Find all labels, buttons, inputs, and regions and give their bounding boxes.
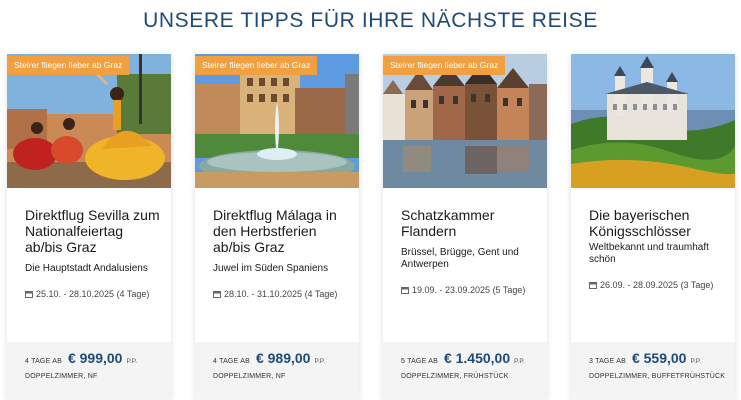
tour-date: 28.10. - 31.10.2025 (4 Tage) [213,289,349,299]
promo-badge: Steirer fliegen lieber ab Graz [195,56,318,75]
tour-card-malaga[interactable]: Steirer fliegen lieber ab Graz Direktflu… [195,54,359,400]
promo-badge: Steirer fliegen lieber ab Graz [7,56,130,75]
tour-image-malaga[interactable]: Steirer fliegen lieber ab Graz [195,54,359,188]
price-value: € 559,00 [631,350,687,366]
tour-date: 25.10. - 28.10.2025 (4 Tage) [25,289,161,299]
tour-title[interactable]: Die bayerischen Königsschlösser [589,207,725,239]
tour-subtitle: Weltbekannt und traumhaft schön [589,242,709,265]
price-footer: 4 TAGE AB € 999,00 P.P. DOPPELZIMMER, NF [7,342,171,400]
tour-image-flamenco[interactable]: Steirer fliegen lieber ab Graz [7,54,171,188]
tour-title[interactable]: Schatzkammer Flandern [401,207,537,239]
duration-label: 4 TAGE AB [25,358,62,365]
duration-label: 3 TAGE AB [589,358,626,365]
tour-image-neuschwanstein[interactable] [571,54,735,188]
per-person-label: P.P. [314,358,326,365]
price-footer: 4 TAGE AB € 989,00 P.P. DOPPELZIMMER, NF [195,342,359,400]
price-value: € 989,00 [255,350,311,366]
board-type: DOPPELZIMMER, BUFFETFRÜHSTÜCK [589,373,726,380]
page-title: UNSERE TIPPS FÜR IHRE NÄCHSTE REISE [143,9,598,32]
duration-label: 5 TAGE AB [401,358,438,365]
calendar-icon [589,282,597,289]
tour-subtitle: Juwel im Süden Spaniens [213,263,329,274]
price-footer: 3 TAGE AB € 559,00 P.P. DOPPELZIMMER, BU… [571,342,735,400]
board-type: DOPPELZIMMER, NF [25,373,98,380]
tour-title[interactable]: Direktflug Málaga in den Herbstferien ab… [213,207,349,255]
per-person-label: P.P. [126,358,138,365]
tour-date-text: 28.10. - 31.10.2025 (4 Tage) [224,289,338,299]
tour-title[interactable]: Direktflug Sevilla zum Nationalfeiertag … [25,207,161,255]
board-type: DOPPELZIMMER, FRÜHSTÜCK [401,373,509,380]
price-footer: 5 TAGE AB € 1.450,00 P.P. DOPPELZIMMER, … [383,342,547,400]
tour-image-flanders[interactable]: Steirer fliegen lieber ab Graz [383,54,547,188]
per-person-label: P.P. [514,358,525,365]
calendar-icon [401,287,409,294]
price-value: € 1.450,00 [443,350,511,366]
tour-subtitle: Brüssel, Brügge, Gent und Antwerpen [401,247,519,270]
tour-date: 19.09. - 23.09.2025 (5 Tage) [401,285,537,295]
duration-label: 4 TAGE AB [213,358,250,365]
tour-date-text: 25.10. - 28.10.2025 (4 Tage) [36,289,150,299]
tour-card-sevilla[interactable]: Steirer fliegen lieber ab Graz Direktflu… [7,54,171,400]
board-type: DOPPELZIMMER, NF [213,373,286,380]
per-person-label: P.P. [690,358,702,365]
tour-card-koenigsschloesser[interactable]: Die bayerischen Königsschlösser Weltbeka… [571,54,735,400]
tour-subtitle: Die Hauptstadt Andalusiens [25,263,148,274]
tour-card-flandern[interactable]: Steirer fliegen lieber ab Graz Schatzkam… [383,54,547,400]
calendar-icon [213,291,221,298]
tour-date-text: 19.09. - 23.09.2025 (5 Tage) [412,285,526,295]
price-value: € 999,00 [67,350,123,366]
promo-badge: Steirer fliegen lieber ab Graz [383,56,506,75]
calendar-icon [25,291,33,298]
tour-date-text: 26.09. - 28.09.2025 (3 Tage) [600,280,714,290]
tour-date: 26.09. - 28.09.2025 (3 Tage) [589,280,725,290]
